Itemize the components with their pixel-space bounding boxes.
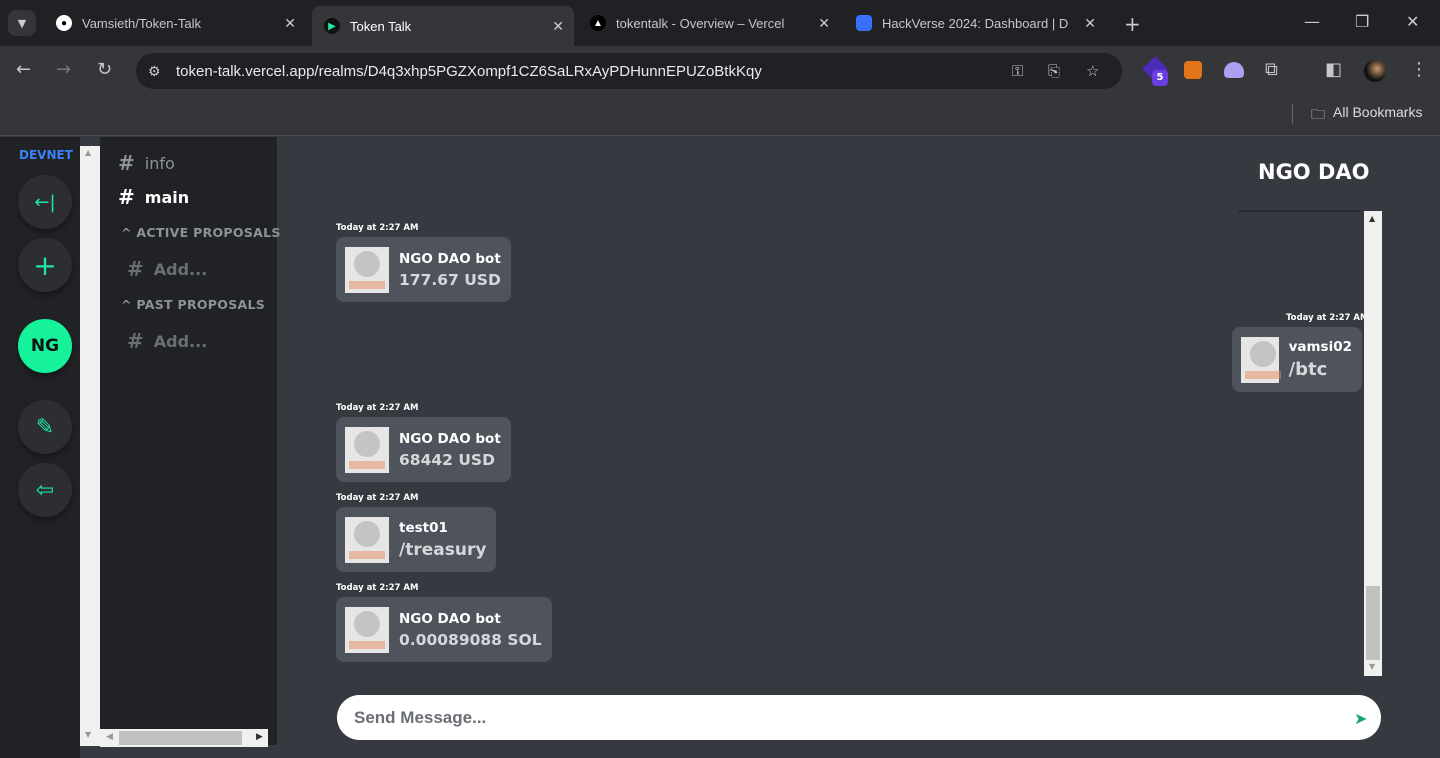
scroll-right-icon[interactable]: ▶ (256, 732, 263, 742)
logout-icon: ⇦ (35, 477, 55, 503)
site-info-icon[interactable]: ⚙ (148, 63, 161, 80)
close-tab-icon[interactable]: ✕ (552, 18, 564, 35)
all-bookmarks-button[interactable]: 🗀 All Bookmarks (1311, 104, 1422, 128)
password-key-icon[interactable]: ⚿ (1012, 63, 1023, 80)
message-author: NGO DAO bot (399, 250, 501, 267)
active-proposals-header[interactable]: ^ ACTIVE PROPOSALS (121, 225, 281, 240)
past-proposals-header[interactable]: ^ PAST PROPOSALS (121, 297, 265, 312)
hash-icon: # (127, 329, 144, 353)
hash-icon: # (127, 257, 144, 281)
play-icon: ▶ (324, 18, 340, 34)
message-text: 177.67 USD (399, 270, 501, 289)
scroll-down-icon[interactable]: ▼ (85, 730, 91, 739)
message-author: vamsi02 (1288, 339, 1352, 355)
scroll-thumb[interactable] (1366, 586, 1380, 660)
scroll-down-icon[interactable]: ▼ (1369, 662, 1375, 671)
realm-title: NGO DAO (1258, 160, 1370, 184)
avatar (345, 516, 389, 563)
message-card: NGO DAO bot 68442 USD (336, 417, 511, 482)
message-card: test01/treasury (336, 507, 497, 572)
minimize-button[interactable]: — (1304, 12, 1320, 31)
channel-info[interactable]: # info (118, 151, 175, 175)
logout-button[interactable]: ⇦ (18, 463, 72, 517)
extension-badge: 5 (1152, 70, 1168, 86)
message-card: NGO DAO bot 177.67 USD (336, 237, 511, 302)
message-text: 0.00089088 SOL (399, 630, 542, 649)
bookmark-star-icon[interactable]: ☆ (1086, 62, 1099, 80)
scroll-up-icon[interactable]: ▲ (1369, 214, 1375, 223)
avatar (1241, 336, 1281, 383)
side-panel-icon[interactable]: ◧ (1325, 59, 1342, 80)
avatar (345, 246, 389, 293)
tab-hackverse[interactable]: HackVerse 2024: Dashboard | D ✕ (844, 6, 1106, 40)
add-active-proposal[interactable]: # Add... (127, 257, 207, 281)
new-tab-button[interactable]: + (1124, 12, 1141, 36)
avatar (345, 606, 389, 653)
add-realm-button[interactable]: + (18, 238, 72, 292)
back-icon[interactable]: ← (16, 59, 31, 80)
phantom-icon[interactable] (1224, 62, 1244, 78)
channel-list-hscrollbar[interactable]: ◀ ▶ (100, 729, 268, 747)
plus-icon: + (33, 248, 57, 282)
pencil-icon: ✎ (35, 414, 55, 440)
avatar (345, 426, 389, 473)
close-tab-icon[interactable]: ✕ (284, 15, 296, 32)
message-timestamp: Today at 2:27 AM (336, 583, 419, 593)
devfolio-icon (856, 15, 872, 31)
hash-icon: # (118, 151, 135, 175)
scroll-up-icon[interactable]: ▲ (85, 148, 91, 157)
close-tab-icon[interactable]: ✕ (818, 15, 830, 32)
address-bar[interactable]: ⚙ token-talk.vercel.app/realms/D4q3xhp5PG… (136, 53, 1122, 89)
scroll-left-icon[interactable]: ◀ (106, 732, 113, 742)
message-card: vamsi02/btc (1232, 327, 1362, 392)
tab-token-talk[interactable]: ▶ Token Talk ✕ (312, 6, 574, 46)
message-author: NGO DAO bot (399, 610, 501, 627)
sidebar-scrollbar[interactable]: ▲ ▼ (80, 146, 100, 746)
channel-main[interactable]: # main (118, 185, 189, 209)
edit-button[interactable]: ✎ (18, 400, 72, 454)
message-text: /btc (1288, 359, 1328, 380)
message-timestamp: Today at 2:27 AM (336, 493, 419, 503)
scroll-thumb[interactable] (119, 731, 242, 745)
message-timestamp: Today at 2:27 AM (336, 223, 419, 233)
arrow-left-bar-icon: ←| (34, 191, 56, 213)
close-window-button[interactable]: ✕ (1406, 12, 1419, 31)
github-icon: ● (56, 15, 72, 31)
tab-bar: ▼ ● Vamsieth/Token-Talk ✕ ▶ Token Talk ✕ ▲ to… (0, 0, 1440, 46)
forward-icon[interactable]: → (56, 59, 71, 80)
tab-search-button[interactable]: ▼ (8, 10, 36, 36)
add-past-proposal[interactable]: # Add... (127, 329, 207, 353)
message-text: /treasury (399, 539, 487, 560)
message-card: NGO DAO bot 0.00089088 SOL (336, 597, 552, 662)
metamask-icon[interactable] (1184, 61, 1202, 79)
close-tab-icon[interactable]: ✕ (1084, 15, 1096, 32)
tab-github[interactable]: ● Vamsieth/Token-Talk ✕ (44, 6, 306, 40)
bookmarks-bar: 🗀 All Bookmarks (0, 96, 1440, 136)
realm-avatar-button[interactable]: NG (18, 319, 72, 373)
hash-icon: # (118, 185, 135, 209)
menu-kebab-icon[interactable]: ⋮ (1410, 59, 1428, 80)
reload-icon[interactable]: ↻ (97, 59, 112, 80)
install-app-icon[interactable]: ⎘ (1048, 63, 1060, 80)
network-label: DEVNET (19, 148, 73, 162)
extensions-puzzle-icon[interactable]: ⧉ (1265, 59, 1278, 80)
send-icon[interactable]: ➤ (1354, 709, 1367, 728)
message-input[interactable] (337, 695, 1381, 740)
message-timestamp: Today at 2:27 AM (336, 403, 419, 413)
divider (1292, 104, 1293, 124)
profile-avatar[interactable] (1364, 60, 1386, 82)
message-author: test01 (399, 519, 448, 536)
restore-button[interactable]: ❐ (1355, 12, 1369, 31)
vercel-icon: ▲ (590, 15, 606, 31)
divider (1238, 210, 1360, 212)
tab-vercel[interactable]: ▲ tokentalk - Overview – Vercel ✕ (578, 6, 840, 40)
message-timestamp: Today at 2:27 AM (1286, 313, 1369, 323)
message-author: NGO DAO bot (399, 430, 501, 447)
collapse-button[interactable]: ←| (18, 175, 72, 229)
message-text: 68442 USD (399, 450, 495, 469)
folder-icon: 🗀 (1311, 106, 1325, 122)
